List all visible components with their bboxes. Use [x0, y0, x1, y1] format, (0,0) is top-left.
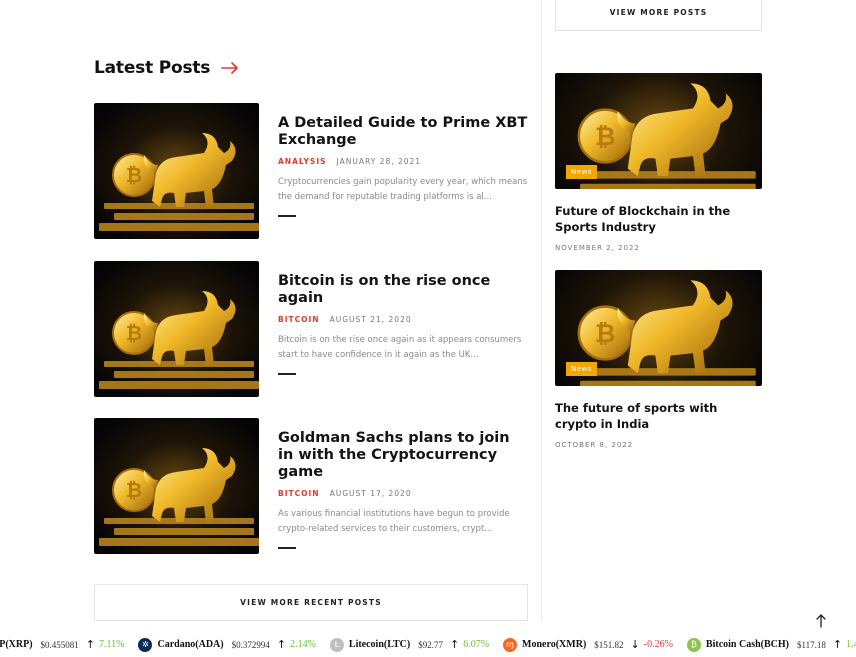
coin-change: 7.11%: [99, 639, 125, 650]
arrow-up-icon: ↑: [449, 638, 460, 651]
coin-name: Monero(XMR): [522, 639, 587, 650]
category-badge[interactable]: News: [566, 362, 597, 376]
arrow-up-icon: ↑: [832, 638, 843, 651]
back-to-top-icon[interactable]: [812, 612, 830, 630]
post-date: AUGUST 21, 2020: [329, 315, 412, 324]
post-category[interactable]: BITCOIN: [278, 489, 320, 498]
post-card[interactable]: A Detailed Guide to Prime XBT Exchange A…: [94, 103, 534, 239]
post-excerpt: Cryptocurrencies gain popularity every y…: [278, 177, 528, 202]
monero-icon: ɱ: [503, 637, 518, 652]
sidebar-post-thumbnail[interactable]: News: [555, 270, 762, 386]
post-divider: [278, 547, 296, 549]
coin-price: $92.77: [418, 639, 443, 650]
ticker-item[interactable]: Ł Litecoin(LTC) $92.77 ↑ 6.07%: [329, 637, 490, 652]
sidebar-post-thumbnail[interactable]: News: [555, 73, 762, 189]
column-divider: [541, 0, 542, 620]
arrow-up-icon: ↑: [276, 638, 287, 651]
arrow-right-icon[interactable]: [220, 58, 240, 78]
category-badge[interactable]: News: [566, 165, 597, 179]
coin-name: RP(XRP): [0, 639, 33, 650]
coin-change: 6.07%: [463, 639, 490, 650]
view-more-recent-posts-button[interactable]: VIEW MORE RECENT POSTS: [94, 584, 528, 621]
bitcoin-cash-icon: ₿: [686, 637, 701, 652]
coin-name: Cardano(ADA): [157, 639, 224, 650]
post-divider: [278, 373, 296, 375]
coin-price: $151.82: [594, 639, 624, 650]
post-category[interactable]: ANALYSIS: [278, 157, 327, 166]
ticker-item[interactable]: ₿ Bitcoin Cash(BCH) $117.18 ↑ 1.42%: [686, 637, 856, 652]
sidebar-post-card[interactable]: News The future of sports with crypto in…: [555, 270, 762, 449]
post-date: AUGUST 17, 2020: [329, 489, 412, 498]
post-thumbnail[interactable]: [94, 261, 259, 397]
arrow-up-icon: ↑: [85, 638, 96, 651]
coin-price: $117.18: [796, 639, 826, 650]
ticker-item[interactable]: RP(XRP) $0.455081 ↑ 7.11%: [0, 638, 124, 651]
post-card[interactable]: Goldman Sachs plans to join in with the …: [94, 418, 534, 554]
sidebar-post-card[interactable]: News Future of Blockchain in the Sports …: [555, 73, 762, 252]
post-divider: [278, 215, 296, 217]
section-title: Latest Posts: [94, 58, 211, 78]
post-title[interactable]: Bitcoin is on the rise once again: [278, 273, 528, 307]
coin-name: Bitcoin Cash(BCH): [705, 639, 789, 650]
post-date: JANUARY 28, 2021: [336, 157, 422, 166]
sidebar-post-title[interactable]: The future of sports with crypto in Indi…: [555, 400, 762, 432]
ticker-item[interactable]: ɱ Monero(XMR) $151.82 ↓ -0.26%: [503, 637, 673, 652]
post-category[interactable]: BITCOIN: [278, 315, 320, 324]
post-title[interactable]: A Detailed Guide to Prime XBT Exchange: [278, 115, 528, 149]
post-excerpt: Bitcoin is on the rise once again as it …: [278, 335, 522, 360]
cardano-icon: ✲: [138, 637, 153, 652]
crypto-price-ticker: RP(XRP) $0.455081 ↑ 7.11% ✲ Cardano(ADA)…: [0, 632, 856, 657]
sidebar-post-date: OCTOBER 8, 2022: [555, 441, 634, 449]
arrow-down-icon: ↓: [630, 638, 640, 651]
coin-price: $0.455081: [40, 639, 79, 650]
post-thumbnail[interactable]: [94, 418, 259, 554]
coin-price: $0.372994: [231, 639, 270, 650]
litecoin-icon: Ł: [329, 637, 344, 652]
view-more-posts-button[interactable]: VIEW MORE POSTS: [555, 0, 762, 31]
sidebar-post-date: NOVEMBER 2, 2022: [555, 244, 640, 252]
post-card[interactable]: Bitcoin is on the rise once again BITCOI…: [94, 261, 534, 397]
post-title[interactable]: Goldman Sachs plans to join in with the …: [278, 430, 528, 481]
ticker-item[interactable]: ✲ Cardano(ADA) $0.372994 ↑ 2.14%: [138, 637, 316, 652]
coin-change: 2.14%: [290, 639, 316, 650]
latest-posts-header[interactable]: Latest Posts: [94, 58, 240, 78]
post-thumbnail[interactable]: [94, 103, 259, 239]
coin-change: -0.26%: [643, 639, 673, 650]
sidebar-post-title[interactable]: Future of Blockchain in the Sports Indus…: [555, 203, 762, 235]
coin-name: Litecoin(LTC): [348, 639, 411, 650]
coin-change: 1.42%: [846, 639, 856, 650]
post-excerpt: As various financial institutions have b…: [278, 509, 510, 534]
